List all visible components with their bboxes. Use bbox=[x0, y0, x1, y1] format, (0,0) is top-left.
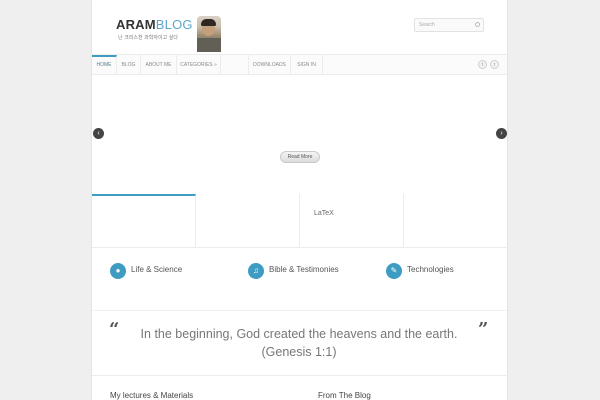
nav-item-about-me[interactable]: ABOUT ME bbox=[141, 55, 177, 74]
tab-4[interactable] bbox=[404, 194, 508, 247]
tab-latex[interactable]: LaTeX bbox=[300, 194, 404, 247]
slider-prev-button[interactable]: ‹ bbox=[93, 128, 104, 139]
logo-bold-text: ARAM bbox=[116, 17, 156, 32]
site-logo[interactable]: ARAMBLOG bbox=[116, 17, 193, 32]
music-note-icon: ♫ bbox=[248, 263, 264, 279]
slider-next-button[interactable]: › bbox=[496, 128, 507, 139]
quote-section: “ In the beginning, God created the heav… bbox=[92, 310, 507, 400]
wrench-icon: ✎ bbox=[386, 263, 402, 279]
nav-item-blank[interactable] bbox=[221, 55, 249, 74]
chevron-left-icon: ‹ bbox=[97, 130, 100, 137]
nav-item-sign-in[interactable]: SIGN IN bbox=[291, 55, 323, 74]
main-nav: HOME BLOG ABOUT ME CATEGORIES » DOWNLOAD… bbox=[92, 54, 507, 75]
avatar bbox=[197, 16, 221, 52]
site-header: ARAMBLOG 난 크리스천 과학자이고 싶다 Search bbox=[92, 0, 507, 54]
nav-item-categories[interactable]: CATEGORIES » bbox=[177, 55, 221, 74]
quote-block: “ In the beginning, God created the heav… bbox=[92, 310, 507, 376]
read-more-button[interactable]: Read More bbox=[280, 151, 320, 163]
site-tagline: 난 크리스천 과학자이고 싶다 bbox=[118, 35, 178, 41]
chevron-right-icon: › bbox=[500, 130, 503, 137]
feature-label: Life & Science bbox=[131, 265, 183, 274]
tab-label: LaTeX bbox=[314, 210, 334, 217]
nav-item-blog[interactable]: BLOG bbox=[117, 55, 141, 74]
category-tabs: LaTeX bbox=[92, 194, 507, 248]
blog-section-title: From The Blog bbox=[318, 391, 371, 400]
nav-item-downloads[interactable]: DOWNLOADS bbox=[249, 55, 291, 74]
chat-bubble-icon: ● bbox=[110, 263, 126, 279]
feature-label: Technologies bbox=[407, 265, 454, 274]
close-quote-icon: ” bbox=[478, 319, 489, 340]
tab-1[interactable] bbox=[92, 194, 196, 247]
search-icon[interactable] bbox=[475, 22, 480, 27]
rss-icon[interactable]: r bbox=[490, 60, 499, 69]
logo-light-text: BLOG bbox=[155, 17, 193, 32]
search-placeholder: Search bbox=[419, 22, 435, 28]
lectures-section-title: My lectures & Materials bbox=[110, 391, 194, 400]
search-input[interactable]: Search bbox=[414, 18, 484, 32]
quote-text: In the beginning, God created the heaven… bbox=[140, 327, 458, 359]
twitter-icon[interactable]: t bbox=[478, 60, 487, 69]
feature-label: Bible & Testimonies bbox=[269, 265, 339, 274]
open-quote-icon: “ bbox=[109, 319, 120, 340]
nav-item-home[interactable]: HOME bbox=[92, 55, 117, 74]
tab-2[interactable] bbox=[196, 194, 300, 247]
